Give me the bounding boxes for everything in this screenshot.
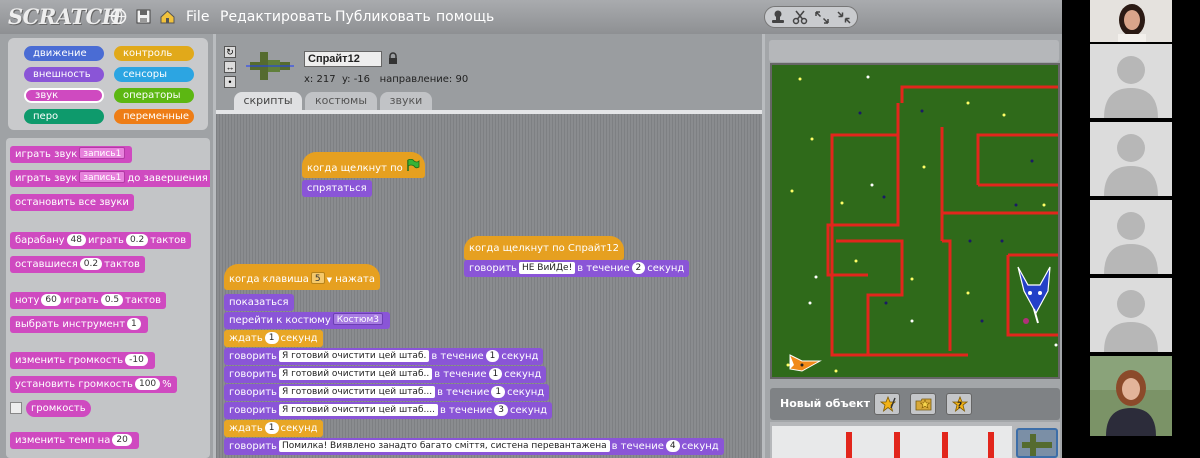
category-variables[interactable]: переменные: [114, 109, 194, 124]
participant-avatar-2: [1090, 44, 1172, 118]
stage-header: [769, 40, 1059, 62]
menu-edit[interactable]: Редактировать: [220, 9, 332, 25]
play-sound-until-done-block[interactable]: играть звук запись1 до завершения: [10, 170, 210, 187]
green-flag-icon: [406, 158, 420, 174]
flip-style-icon[interactable]: ↔: [224, 61, 236, 73]
folder-star-icon: [915, 396, 933, 417]
switch-costume-block[interactable]: перейти к костюму Костюм3: [224, 312, 390, 329]
sound-dropdown[interactable]: запись1: [79, 147, 126, 159]
say-block-1[interactable]: говорить Я готовий очистити цей штаб. в те…: [224, 348, 544, 365]
share-icon[interactable]: [159, 8, 176, 25]
paint-star-icon: [879, 395, 897, 417]
hide-block[interactable]: спрятаться: [302, 180, 372, 197]
category-sensing[interactable]: сенсоры: [114, 67, 194, 82]
stamp-icon[interactable]: [769, 9, 787, 26]
sprite-thumbnail: [244, 46, 296, 86]
scissors-icon[interactable]: [791, 9, 809, 26]
when-key-pressed-hat[interactable]: когда клавиша 5 ▼ нажата: [224, 264, 380, 290]
new-sprite-bar: Новый объект ?: [770, 388, 1060, 420]
when-flag-clicked-hat[interactable]: когда щелкнут по: [302, 152, 425, 178]
chevron-down-icon: ▼: [326, 276, 332, 284]
rotate-style-icon[interactable]: ↻: [224, 46, 236, 58]
category-pen[interactable]: перо: [24, 109, 104, 124]
costume-dropdown[interactable]: Костюм3: [332, 313, 383, 325]
menu-bar: SCRATCH File Редактировать Публиковать п…: [0, 0, 1062, 34]
say-block-2[interactable]: говорить Я готовий очистити цей штаб.. в т…: [224, 366, 547, 383]
say-block-5[interactable]: говорить Помилка! Виявлено занадто багато…: [224, 438, 724, 455]
random-sprite-button[interactable]: ?: [946, 393, 972, 415]
scratch-logo[interactable]: SCRATCH: [8, 4, 122, 29]
wait-block[interactable]: ждать 1 секунд: [224, 330, 323, 347]
tab-costumes[interactable]: костюмы: [305, 92, 377, 110]
category-motion[interactable]: движение: [24, 46, 104, 61]
video-call-panel: [1062, 0, 1200, 458]
choose-sprite-button[interactable]: [910, 393, 936, 415]
set-volume-block[interactable]: установить громкость 100%: [10, 376, 177, 393]
menu-share[interactable]: Публиковать: [335, 9, 431, 25]
say-for-secs-block[interactable]: говорить НЕ ВиЙДе! в течение 2 секунд: [464, 260, 690, 277]
question-star-icon: ?: [951, 395, 969, 417]
play-sound-block[interactable]: играть звук запись1: [10, 146, 133, 163]
blue-fox-sprite: [1017, 266, 1051, 324]
participant-video-6: [1090, 356, 1172, 436]
shrink-icon[interactable]: [835, 9, 853, 26]
show-block[interactable]: показаться: [224, 294, 294, 311]
volume-checkbox[interactable]: [10, 402, 22, 414]
change-tempo-block[interactable]: изменить темп на 20: [10, 432, 139, 449]
tab-scripts[interactable]: скрипты: [234, 92, 302, 110]
sound-dropdown[interactable]: запись1: [79, 171, 126, 183]
category-operators[interactable]: операторы: [114, 88, 194, 103]
play-note-block[interactable]: ноту 60 играть 0.5 тактов: [10, 292, 166, 309]
sound-blocks-list: играть звук запись1 играть звук запись1 до …: [6, 138, 210, 458]
tab-sounds[interactable]: звуки: [380, 92, 432, 110]
menu-help[interactable]: помощь: [436, 9, 494, 25]
sprite-thumbnail-selected[interactable]: [1016, 428, 1058, 458]
scripts-area[interactable]: когда щелкнут по спрятаться когда щелкну…: [216, 110, 762, 458]
set-instrument-block[interactable]: выбрать инструмент 1: [10, 316, 148, 333]
stage-canvas[interactable]: [770, 63, 1060, 379]
paint-sprite-button[interactable]: [874, 393, 900, 415]
stage-thumbnail[interactable]: [772, 426, 1012, 458]
svg-text:?: ?: [957, 401, 962, 411]
sprite-list: [770, 422, 1060, 458]
grow-icon[interactable]: [813, 9, 831, 26]
sprite-name-field[interactable]: Спрайт12: [304, 51, 382, 67]
participant-avatar-4: [1090, 200, 1172, 274]
stop-all-sounds-block[interactable]: остановить все звуки: [10, 194, 134, 211]
play-drum-block[interactable]: барабану 48 играть 0.2 тактов: [10, 232, 192, 249]
change-volume-block[interactable]: изменить громкость -10: [10, 352, 155, 369]
stage-tools: [764, 6, 858, 28]
participant-avatar-5: [1090, 278, 1172, 352]
save-icon[interactable]: [135, 8, 152, 25]
when-sprite-clicked-hat[interactable]: когда щелкнут по Спрайт12: [464, 236, 624, 260]
volume-reporter[interactable]: громкость: [26, 400, 91, 417]
no-rotate-icon[interactable]: •: [224, 76, 236, 88]
participant-video-1: [1090, 0, 1172, 42]
block-palette: движение контроль внешность сенсоры звук…: [0, 34, 213, 458]
key-dropdown[interactable]: 5: [310, 272, 325, 284]
say-block-4[interactable]: говорить Я готовий очистити цей штаб.... в…: [224, 402, 553, 419]
lock-icon[interactable]: [388, 52, 398, 68]
rest-block[interactable]: оставшиеся 0.2 тактов: [10, 256, 145, 273]
category-looks[interactable]: внешность: [24, 67, 104, 82]
category-sound[interactable]: звук: [24, 88, 104, 103]
say-block-3[interactable]: говорить Я готовий очистити цей штаб... в …: [224, 384, 550, 401]
editor-tabs: скрипты костюмы звуки: [216, 92, 762, 110]
new-object-label: Новый объект: [780, 397, 871, 410]
scratch-window: SCRATCH File Редактировать Публиковать п…: [0, 0, 1200, 458]
orange-fox-sprite: [789, 354, 822, 372]
menu-file[interactable]: File: [186, 9, 209, 25]
wait-block-2[interactable]: ждать 1 секунд: [224, 420, 323, 437]
participant-avatar-3: [1090, 122, 1172, 196]
globe-icon[interactable]: [110, 8, 127, 25]
sprite-position: x: 217 y: -16 направление: 90: [304, 74, 469, 85]
category-control[interactable]: контроль: [114, 46, 194, 61]
maze-drawing: [786, 75, 1058, 373]
category-selector: движение контроль внешность сенсоры звук…: [8, 38, 208, 130]
